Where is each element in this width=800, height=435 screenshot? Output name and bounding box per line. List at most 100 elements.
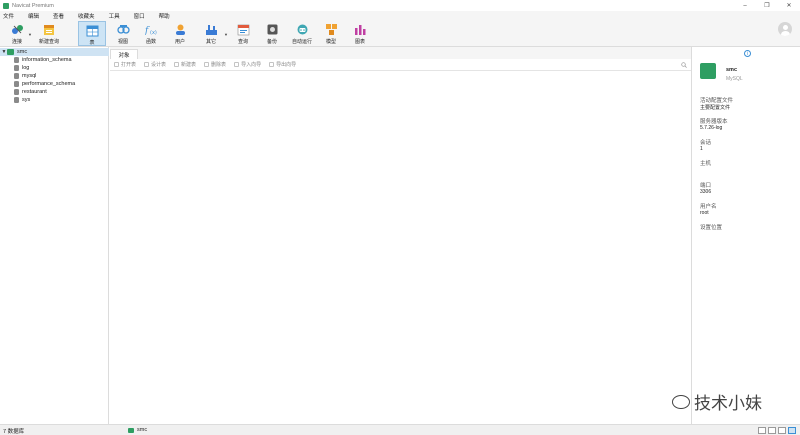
menu-edit[interactable]: 编辑 [28, 12, 39, 20]
user-icon [174, 23, 187, 36]
menu-favorites[interactable]: 收藏夹 [78, 12, 95, 20]
table-icon [86, 24, 99, 37]
status-db-count: 7 数据库 [3, 429, 25, 435]
navicat-app-icon [3, 2, 9, 9]
import-wizard-button[interactable]: 导入向导 [234, 61, 261, 68]
open-table-button[interactable]: 打开表 [114, 61, 136, 68]
tree-db-mysql[interactable]: mysql [0, 72, 109, 80]
main-toolbar: 连接 ▼ 新建查询 表 视图 f (x) 函数 用户 其它 ▼ 查询 备份 自动… [0, 20, 800, 47]
menu-file[interactable]: 文件 [3, 12, 14, 20]
info-connection-type: MySQL [726, 76, 743, 82]
tree-db-performance-schema[interactable]: performance_schema [0, 80, 109, 88]
toolbar-backup-button[interactable]: 备份 [262, 21, 282, 46]
info-connection-name: smc [726, 67, 738, 73]
database-icon [14, 57, 19, 63]
info-label-profile: 活动配置文件 [700, 98, 734, 104]
tree-db-information-schema[interactable]: information_schema [0, 56, 109, 64]
wechat-bubble-icon [672, 394, 690, 409]
mysql-connection-icon [7, 49, 14, 55]
toolbar-table-button[interactable]: 表 [78, 21, 106, 46]
toolbar-other-button[interactable]: 其它 [200, 21, 222, 46]
info-panel: i smc MySQL 活动配置文件 主要配置文件 服务器版本 5.7.26-l… [691, 47, 800, 424]
info-label-port: 端口 [700, 183, 712, 189]
design-table-icon [144, 62, 150, 67]
database-icon [14, 89, 19, 95]
er-diagram-view-button[interactable] [778, 427, 786, 434]
info-value-username: root [700, 210, 709, 216]
menu-tools[interactable]: 工具 [109, 12, 120, 20]
automation-icon [296, 23, 309, 36]
info-value-profile: 主要配置文件 [700, 105, 731, 111]
mysql-connection-icon [700, 63, 716, 79]
database-icon [14, 73, 19, 79]
close-button[interactable]: ✕ [778, 0, 800, 11]
function-icon: f (x) [145, 23, 158, 36]
user-avatar[interactable] [778, 22, 792, 36]
connect-icon [11, 23, 24, 36]
new-table-button[interactable]: 新建表 [174, 61, 196, 68]
backup-icon [266, 23, 279, 36]
toolbar-view-button[interactable]: 视图 [112, 21, 134, 46]
new-table-icon [174, 62, 180, 67]
info-pane-toggle-button[interactable] [788, 427, 796, 434]
info-value-session: 1 [700, 146, 703, 152]
model-icon [325, 23, 338, 36]
watermark-text: 技术小妹 [694, 394, 762, 414]
tree-connection-smc[interactable]: ▼ smc [0, 48, 109, 56]
delete-table-button[interactable]: 删除表 [204, 61, 226, 68]
search-icon[interactable] [681, 62, 687, 68]
info-label-settings-location: 设置位置 [700, 225, 723, 231]
menu-help[interactable]: 帮助 [159, 12, 170, 20]
info-value-server-version: 5.7.26-log [700, 125, 723, 131]
open-table-icon [114, 62, 119, 67]
database-icon [14, 97, 19, 103]
minimize-button[interactable]: – [734, 0, 756, 11]
chart-icon [354, 23, 367, 36]
info-icon[interactable]: i [744, 50, 751, 57]
info-label-host: 主机 [700, 161, 712, 167]
new-query-icon [43, 23, 56, 36]
svg-text:(x): (x) [150, 30, 157, 36]
toolbar-new-query-button[interactable]: 新建查询 [36, 21, 62, 46]
database-icon [14, 65, 19, 71]
watermark: 技术小妹 [672, 389, 762, 414]
delete-table-icon [204, 62, 210, 67]
toolbar-query-button[interactable]: 查询 [232, 21, 254, 46]
toolbar-function-button[interactable]: f (x) 函数 [140, 21, 162, 46]
object-toolbar: 打开表 设计表 新建表 删除表 导入向导 导出向导 [110, 59, 691, 71]
design-table-button[interactable]: 设计表 [144, 61, 166, 68]
toolbar-automation-button[interactable]: 自动运行 [289, 21, 315, 46]
info-label-server-version: 服务器版本 [700, 119, 728, 125]
detail-view-button[interactable] [768, 427, 776, 434]
export-icon [269, 62, 275, 67]
info-label-username: 用户名 [700, 204, 717, 210]
tab-objects[interactable]: 对象 [110, 49, 138, 59]
status-bar: 7 数据库 smc [0, 424, 800, 435]
menu-bar: 文件 编辑 查看 收藏夹 工具 窗口 帮助 [0, 11, 800, 20]
view-icon [116, 23, 130, 36]
export-wizard-button[interactable]: 导出向导 [269, 61, 296, 68]
connect-dropdown-arrow[interactable]: ▼ [28, 32, 32, 37]
toolbar-user-button[interactable]: 用户 [169, 21, 191, 46]
menu-window[interactable]: 窗口 [134, 12, 145, 20]
tree-db-sys[interactable]: sys [0, 96, 109, 104]
window-title: Navicat Premium [12, 2, 54, 9]
toolbar-connect-button[interactable]: 连接 [6, 21, 28, 46]
object-list-area[interactable] [110, 72, 691, 424]
tab-bar: 对象 [110, 47, 691, 59]
other-dropdown-arrow[interactable]: ▼ [224, 32, 228, 37]
maximize-button[interactable]: ❐ [756, 0, 778, 11]
connection-tree: ▼ smc information_schema log mysql perfo… [0, 47, 109, 424]
toolbar-chart-button[interactable]: 图表 [349, 21, 371, 46]
mysql-connection-icon [128, 427, 134, 433]
import-icon [234, 62, 240, 67]
window-controls: – ❐ ✕ [734, 0, 800, 11]
tree-db-log[interactable]: log [0, 64, 109, 72]
menu-view[interactable]: 查看 [53, 12, 64, 20]
toolbar-model-button[interactable]: 模型 [320, 21, 342, 46]
list-view-button[interactable] [758, 427, 766, 434]
view-mode-buttons [756, 427, 796, 434]
query-icon [237, 23, 250, 36]
status-connection: smc [128, 427, 147, 433]
tree-db-restaurant[interactable]: restaurant [0, 88, 109, 96]
